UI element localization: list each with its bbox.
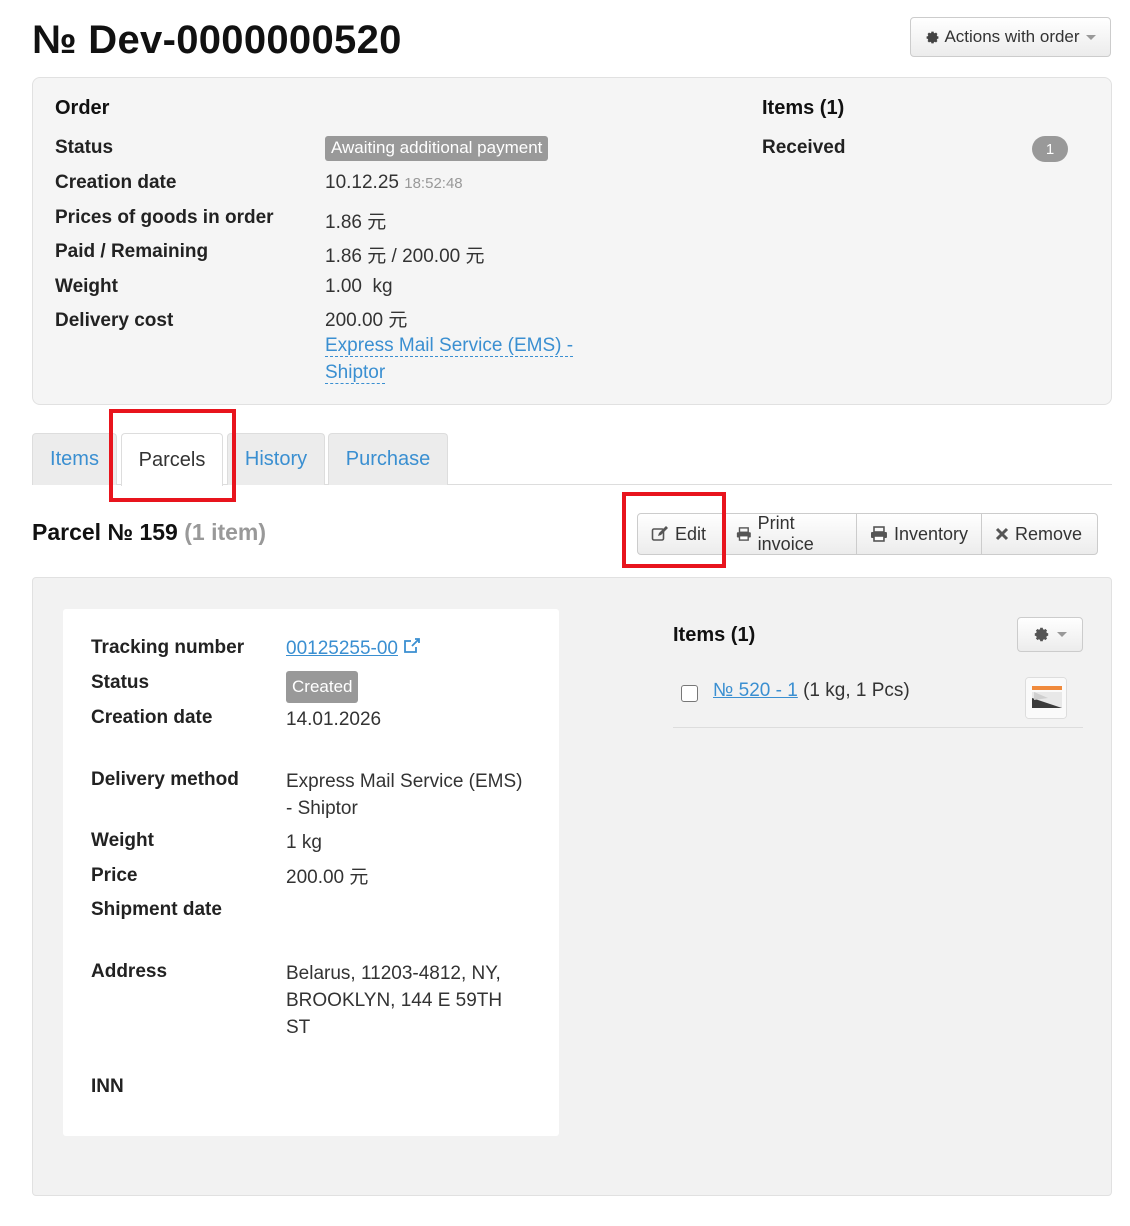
printer-icon	[870, 526, 887, 542]
weight-label: Weight	[55, 276, 118, 297]
caret-down-icon	[1085, 34, 1096, 40]
creation-time-value: 18:52:48	[404, 175, 463, 192]
parcel-creation-date-value: 14.01.2026	[286, 709, 382, 730]
inn-label: INN	[91, 1076, 124, 1097]
parcel-items-heading: Items (1)	[673, 624, 756, 646]
parcel-item-row: № 520 - 1 (1 kg, 1 Pcs)	[673, 676, 1083, 728]
order-heading: Order	[55, 97, 110, 119]
item-link[interactable]: № 520 - 1	[713, 680, 798, 701]
delivery-method-link[interactable]: Express Mail Service (EMS) - Shiptor	[325, 335, 574, 384]
external-link-icon[interactable]	[403, 637, 421, 654]
items-summary-heading: Items (1)	[762, 97, 845, 119]
parcels-tab-highlight	[109, 409, 236, 502]
parcel-creation-date-label: Creation date	[91, 707, 213, 728]
parcel-status-badge: Created	[286, 671, 359, 703]
price-label: Price	[91, 865, 138, 886]
close-icon	[995, 527, 1009, 541]
tab-purchase[interactable]: Purchase	[328, 433, 448, 485]
shipment-date-label: Shipment date	[91, 899, 222, 920]
items-settings-button[interactable]	[1017, 617, 1083, 652]
price-value: 200.00 元	[286, 867, 369, 888]
product-image-icon	[1026, 678, 1066, 718]
creation-date-label: Creation date	[55, 172, 177, 193]
status-label: Status	[55, 137, 114, 158]
print-invoice-button[interactable]: Print invoice	[722, 513, 857, 555]
caret-down-icon	[1057, 632, 1067, 637]
received-count-badge: 1	[1032, 136, 1068, 162]
paid-remaining-label: Paid / Remaining	[55, 241, 209, 262]
delivery-method-value: Express Mail Service (EMS) - Shiptor	[286, 771, 523, 819]
actions-with-order-button[interactable]: Actions with order	[910, 17, 1111, 57]
inventory-button[interactable]: Inventory	[856, 513, 982, 555]
address-label: Address	[91, 961, 168, 982]
item-details: (1 kg, 1 Pcs)	[803, 680, 910, 701]
tracking-number-label: Tracking number	[91, 637, 245, 658]
delivery-cost-label: Delivery cost	[55, 310, 174, 331]
paid-remaining-value: 1.86 元 / 200.00 元	[325, 246, 485, 267]
parcel-weight-value: 1 kg	[286, 832, 322, 853]
parcel-item-count: (1 item)	[184, 519, 267, 545]
parcel-panel: Tracking number 00125255-00 Status Creat…	[32, 577, 1112, 1196]
delivery-cost-value: 200.00 元	[325, 310, 408, 331]
item-checkbox[interactable]	[681, 685, 698, 702]
order-status-badge: Awaiting additional payment	[325, 136, 549, 161]
parcel-weight-label: Weight	[91, 830, 154, 851]
item-thumbnail[interactable]	[1025, 677, 1067, 719]
actions-label: Actions with order	[944, 27, 1080, 46]
edit-button-highlight	[622, 492, 726, 568]
delivery-method-label: Delivery method	[91, 769, 239, 790]
gear-icon	[927, 31, 939, 43]
tracking-number-link[interactable]: 00125255-00	[286, 638, 398, 659]
prices-label: Prices of goods in order	[55, 207, 274, 228]
order-summary-panel: Order Status Awaiting additional payment…	[32, 77, 1112, 405]
parcel-info-card: Tracking number 00125255-00 Status Creat…	[63, 609, 559, 1136]
page-title: № Dev-0000000520	[32, 18, 402, 62]
received-label: Received	[762, 137, 846, 158]
tab-items[interactable]: Items	[32, 433, 117, 485]
remove-button[interactable]: Remove	[981, 513, 1098, 555]
parcel-status-label: Status	[91, 672, 150, 693]
parcel-title: Parcel № 159 (1 item)	[32, 519, 267, 545]
printer-icon	[736, 527, 751, 541]
tab-history[interactable]: History	[227, 433, 325, 485]
prices-value: 1.86 元	[325, 212, 387, 233]
gear-icon	[1034, 627, 1049, 642]
creation-date-value: 10.12.25	[325, 172, 399, 193]
weight-value: 1.00 kg	[325, 276, 393, 297]
address-value: Belarus, 11203-4812, NY, BROOKLYN, 144 E…	[286, 963, 503, 1038]
